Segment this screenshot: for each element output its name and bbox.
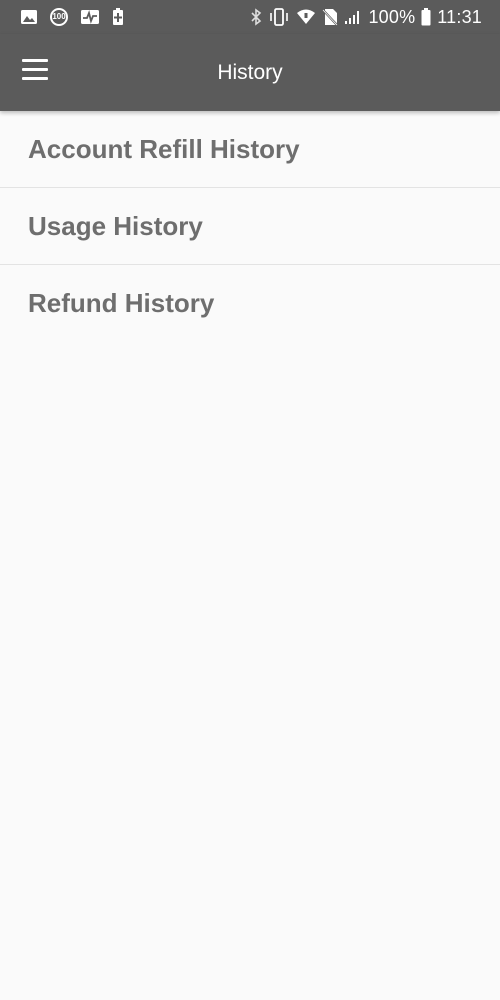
battery-saver-icon [112,8,124,26]
status-bar-left: 100 [20,8,136,26]
page-title: History [217,61,283,84]
list-item-label: Refund History [28,288,215,318]
bluetooth-icon [250,8,262,26]
activity-icon [80,9,100,25]
vibrate-icon [268,8,290,26]
signal-icon [344,9,362,25]
badge-100-icon: 100 [50,8,68,26]
app-bar: History [0,34,500,111]
list-item-label: Usage History [28,210,203,241]
battery-percent: 100% [368,6,416,27]
status-time: 11:31 [437,6,482,27]
wifi-icon [296,9,316,25]
battery-icon [421,8,431,26]
no-sim-icon [322,8,339,26]
status-bar: 100 100% 11:31 [0,0,500,34]
status-bar-right: 100% 11:31 [244,7,482,28]
list-item-usage-history[interactable]: Usage History [0,188,500,265]
list-item-refund-history[interactable]: Refund History [0,265,500,342]
image-icon [20,9,38,25]
history-list: Account Refill History Usage History Ref… [0,111,500,342]
list-item-label: Account Refill History [28,133,300,164]
list-item-account-refill-history[interactable]: Account Refill History [0,111,500,188]
